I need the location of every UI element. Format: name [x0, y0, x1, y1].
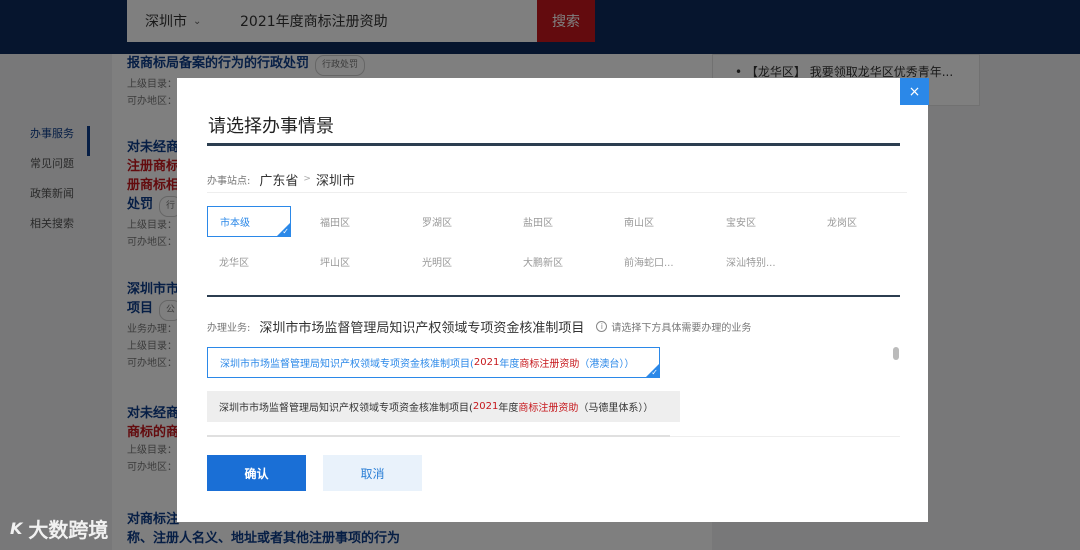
- option-year: 2021: [472, 401, 499, 412]
- check-icon: ✓: [651, 368, 658, 377]
- info-icon: i: [596, 320, 608, 332]
- district-option[interactable]: 南山区: [612, 206, 696, 237]
- district-option[interactable]: 福田区: [308, 206, 392, 237]
- confirm-button[interactable]: 确认: [207, 455, 306, 491]
- district-option[interactable]: 龙华区: [207, 246, 291, 277]
- cancel-button[interactable]: 取消: [323, 455, 422, 491]
- option-year: 2021: [473, 357, 500, 368]
- option-mid: 年度: [499, 359, 520, 370]
- watermark-text: 大数跨境: [28, 518, 109, 542]
- business-option-hk-macao-taiwan[interactable]: 深圳市市场监督管理局知识产权领域专项资金核准制项目(2021 年度 商标注册资助 （港…: [207, 347, 660, 378]
- check-icon: ✓: [282, 227, 289, 236]
- district-option[interactable]: 大鹏新区: [511, 246, 595, 277]
- watermark-logo: K: [10, 519, 23, 538]
- option-prefix: 深圳市市场监督管理局知识产权领域专项资金核准制项目(: [219, 403, 473, 414]
- divider: [207, 192, 907, 193]
- divider: [207, 295, 900, 297]
- breadcrumb-city[interactable]: 深圳市: [316, 170, 355, 189]
- business-row: 办理业务: 深圳市市场监督管理局知识产权领域专项资金核准制项目 i 请选择下方具…: [207, 316, 751, 336]
- district-option[interactable]: 光明区: [410, 246, 494, 277]
- district-option[interactable]: 盐田区: [511, 206, 595, 237]
- option-mid: 年度: [498, 403, 519, 414]
- option-highlight: 商标注册资助: [519, 359, 580, 370]
- business-hint: i 请选择下方具体需要办理的业务: [596, 319, 751, 334]
- dialog-title: 请选择办事情景: [208, 116, 334, 137]
- district-option[interactable]: 前海蛇口...: [612, 246, 696, 277]
- site-label: 办事站点:: [207, 175, 251, 187]
- watermark: K 大数跨境: [10, 514, 108, 543]
- district-option-city-level[interactable]: 市本级 ✓: [207, 206, 291, 237]
- district-option[interactable]: 罗湖区: [410, 206, 494, 237]
- close-icon[interactable]: ×: [900, 78, 929, 105]
- site-breadcrumb: 办事站点: 广东省 > 深圳市: [207, 166, 355, 192]
- option-suffix: （马德里体系））: [578, 403, 654, 414]
- chevron-right-icon: >: [303, 174, 311, 184]
- business-value: 深圳市市场监督管理局知识产权领域专项资金核准制项目: [259, 320, 585, 336]
- divider: [207, 143, 900, 146]
- divider: [207, 435, 670, 437]
- option-suffix: （港澳台））: [579, 359, 635, 370]
- district-option[interactable]: 深汕特别...: [714, 246, 798, 277]
- district-label: 市本级: [220, 218, 250, 229]
- breadcrumb-province[interactable]: 广东省: [259, 170, 298, 189]
- district-option[interactable]: 坪山区: [308, 246, 392, 277]
- scenario-dialog: × 请选择办事情景 办事站点: 广东省 > 深圳市 市本级 ✓ 福田区 罗湖区 …: [177, 78, 929, 522]
- district-option[interactable]: 龙岗区: [815, 206, 899, 237]
- option-prefix: 深圳市市场监督管理局知识产权领域专项资金核准制项目(: [220, 359, 474, 370]
- hint-text: 请选择下方具体需要办理的业务: [611, 322, 752, 334]
- option-highlight: 商标注册资助: [518, 403, 579, 414]
- business-option-madrid[interactable]: 深圳市市场监督管理局知识产权领域专项资金核准制项目(2021 年度 商标注册资助 （马…: [207, 391, 680, 422]
- business-label: 办理业务:: [207, 322, 251, 334]
- scrollbar-thumb[interactable]: [893, 347, 899, 360]
- divider: [670, 436, 900, 437]
- district-option[interactable]: 宝安区: [714, 206, 798, 237]
